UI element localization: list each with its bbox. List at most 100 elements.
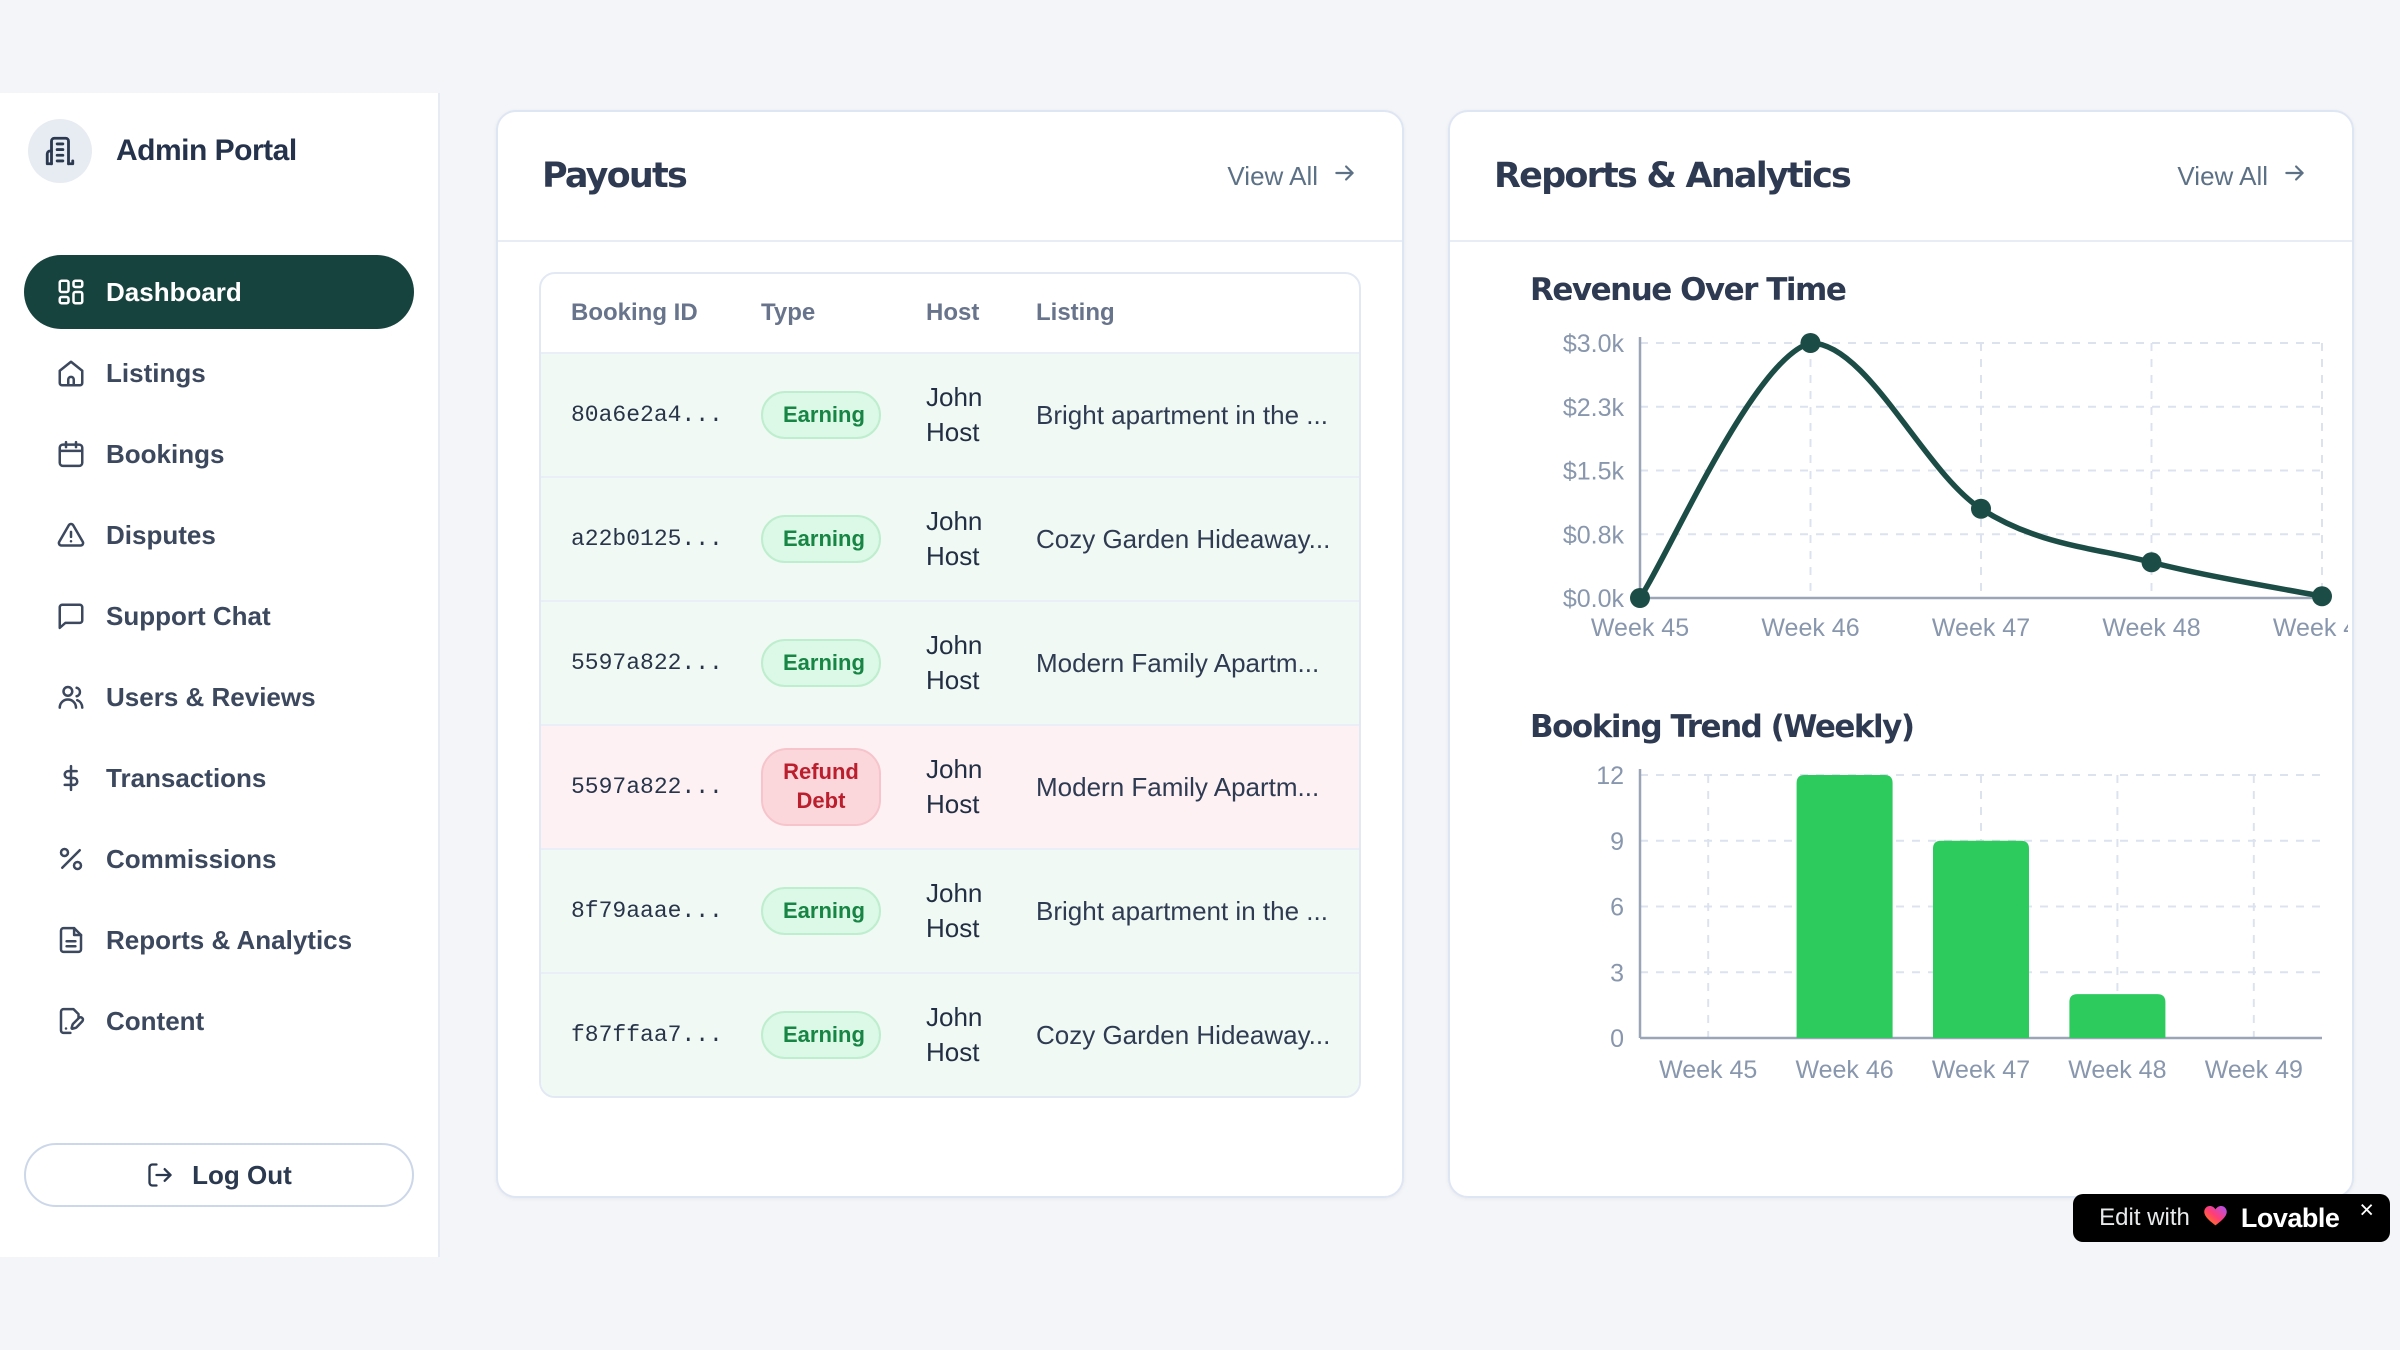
- type-badge: Earning: [761, 515, 881, 564]
- table-row: 80a6e2a4...EarningJohn HostBright apartm…: [541, 352, 1359, 476]
- svg-text:12: 12: [1596, 762, 1624, 790]
- reports-view-all-link[interactable]: View All: [2177, 160, 2308, 193]
- building-icon: [28, 119, 92, 183]
- booking-id-cell: 80a6e2a4...: [571, 402, 761, 428]
- booking-id-cell: f87ffaa7...: [571, 1022, 761, 1048]
- column-header-booking-id: Booking ID: [571, 299, 761, 327]
- type-cell: Earning: [761, 391, 926, 440]
- sidebar-item-bookings[interactable]: Bookings: [24, 417, 414, 491]
- booking-id-cell: a22b0125...: [571, 526, 761, 552]
- column-header-type: Type: [761, 299, 926, 327]
- sidebar-item-label: Transactions: [106, 763, 266, 794]
- svg-text:Week 46: Week 46: [1795, 1056, 1893, 1084]
- sidebar-item-label: Dashboard: [106, 277, 242, 308]
- dollar-sign-icon: [56, 763, 86, 793]
- lovable-badge-prefix: Edit with: [2099, 1204, 2190, 1232]
- svg-text:3: 3: [1610, 959, 1624, 987]
- reports-panel: Reports & Analytics View All Revenue Ove…: [1448, 110, 2354, 1198]
- payouts-panel: Payouts View All Booking IDTypeHostListi…: [496, 110, 1404, 1198]
- svg-text:9: 9: [1610, 828, 1624, 856]
- reports-header: Reports & Analytics View All: [1450, 112, 2352, 242]
- sidebar-item-disputes[interactable]: Disputes: [24, 498, 414, 572]
- sidebar-item-users-reviews[interactable]: Users & Reviews: [24, 660, 414, 734]
- svg-text:$0.0k: $0.0k: [1563, 585, 1625, 613]
- svg-text:0: 0: [1610, 1025, 1624, 1053]
- view-all-label: View All: [1227, 161, 1318, 192]
- svg-text:$3.0k: $3.0k: [1563, 330, 1625, 358]
- type-badge: Earning: [761, 639, 881, 688]
- host-cell: John Host: [926, 628, 1036, 698]
- sidebar-item-support-chat[interactable]: Support Chat: [24, 579, 414, 653]
- users-icon: [56, 682, 86, 712]
- host-cell: John Host: [926, 1000, 1036, 1070]
- host-cell: John Host: [926, 504, 1036, 574]
- svg-text:$0.8k: $0.8k: [1563, 521, 1625, 549]
- table-body: 80a6e2a4...EarningJohn HostBright apartm…: [541, 352, 1359, 1096]
- svg-text:Week 48: Week 48: [2102, 614, 2200, 642]
- sidebar-nav: Dashboard Listings Bookings Disputes Support…: [24, 255, 414, 1058]
- sidebar-item-label: Users & Reviews: [106, 682, 316, 713]
- brand-title: Admin Portal: [116, 134, 297, 168]
- calendar-icon: [56, 439, 86, 469]
- host-cell: John Host: [926, 380, 1036, 450]
- booking-id-cell: 5597a822...: [571, 650, 761, 676]
- view-all-label: View All: [2177, 161, 2268, 192]
- sidebar-item-reports-analytics[interactable]: Reports & Analytics: [24, 903, 414, 977]
- type-badge: Refund Debt: [761, 748, 881, 825]
- sidebar-item-label: Reports & Analytics: [106, 925, 352, 956]
- sidebar-item-label: Disputes: [106, 520, 216, 551]
- alert-triangle-icon: [56, 520, 86, 550]
- listing-cell: Cozy Garden Hideaway...: [1036, 524, 1330, 555]
- svg-text:Week 49: Week 49: [2205, 1056, 2303, 1084]
- table-row: 8f79aaae...EarningJohn HostBright apartm…: [541, 848, 1359, 972]
- payouts-title: Payouts: [542, 156, 686, 196]
- sidebar-item-transactions[interactable]: Transactions: [24, 741, 414, 815]
- message-square-icon: [56, 601, 86, 631]
- booking-id-cell: 8f79aaae...: [571, 898, 761, 924]
- payouts-header: Payouts View All: [498, 112, 1402, 242]
- revenue-line-chart: $0.0k $0.8k $1.5k $2.3k $3.0k Week 45 Week 46 W…: [1498, 318, 2348, 653]
- sidebar-item-label: Commissions: [106, 844, 277, 875]
- home-icon: [56, 358, 86, 388]
- svg-text:Week 49: Week 49: [2273, 614, 2348, 642]
- svg-text:Week 47: Week 47: [1932, 1056, 2030, 1084]
- sidebar-item-listings[interactable]: Listings: [24, 336, 414, 410]
- sidebar-item-label: Listings: [106, 358, 206, 389]
- file-text-icon: [56, 925, 86, 955]
- type-cell: Earning: [761, 639, 926, 688]
- svg-text:Week 46: Week 46: [1761, 614, 1859, 642]
- sidebar-item-content[interactable]: Content: [24, 984, 414, 1058]
- svg-text:Week 45: Week 45: [1659, 1056, 1757, 1084]
- host-cell: John Host: [926, 876, 1036, 946]
- percent-icon: [56, 844, 86, 874]
- type-badge: Earning: [761, 887, 881, 936]
- lovable-badge-brand: Lovable: [2241, 1203, 2340, 1234]
- arrow-right-icon: [2282, 160, 2308, 193]
- host-cell: John Host: [926, 752, 1036, 822]
- sidebar-item-label: Support Chat: [106, 601, 271, 632]
- lovable-badge[interactable]: Edit with Lovable ×: [2073, 1194, 2390, 1242]
- svg-text:Week 48: Week 48: [2068, 1056, 2166, 1084]
- line-chart-title: Revenue Over Time: [1530, 272, 2352, 308]
- table-row: 5597a822...Refund DebtJohn HostModern Fa…: [541, 724, 1359, 848]
- sidebar-item-dashboard[interactable]: Dashboard: [24, 255, 414, 329]
- type-badge: Earning: [761, 1011, 881, 1060]
- svg-text:Week 45: Week 45: [1591, 614, 1689, 642]
- logout-button[interactable]: Log Out: [24, 1143, 414, 1207]
- table-row: 5597a822...Earning John HostModern Family…: [541, 600, 1359, 724]
- listing-cell: Modern Family Apartm...: [1036, 648, 1329, 679]
- type-cell: Earning: [761, 515, 926, 564]
- type-cell: Earning: [761, 887, 926, 936]
- reports-title: Reports & Analytics: [1494, 156, 1850, 196]
- table-row: a22b0125...Earning John HostCozy Garden H…: [541, 476, 1359, 600]
- type-cell: Refund Debt: [761, 748, 926, 825]
- badge-close-icon[interactable]: ×: [2359, 1198, 2374, 1223]
- payouts-table: Booking IDTypeHostListing 80a6e2a4...Ear…: [539, 272, 1361, 1098]
- arrow-right-icon: [1332, 160, 1358, 193]
- sidebar-item-commissions[interactable]: Commissions: [24, 822, 414, 896]
- svg-text:$2.3k: $2.3k: [1563, 394, 1625, 422]
- svg-text:$1.5k: $1.5k: [1563, 458, 1625, 486]
- sidebar-item-label: Bookings: [106, 439, 224, 470]
- payouts-view-all-link[interactable]: View All: [1227, 160, 1358, 193]
- logout-label: Log Out: [192, 1160, 292, 1191]
